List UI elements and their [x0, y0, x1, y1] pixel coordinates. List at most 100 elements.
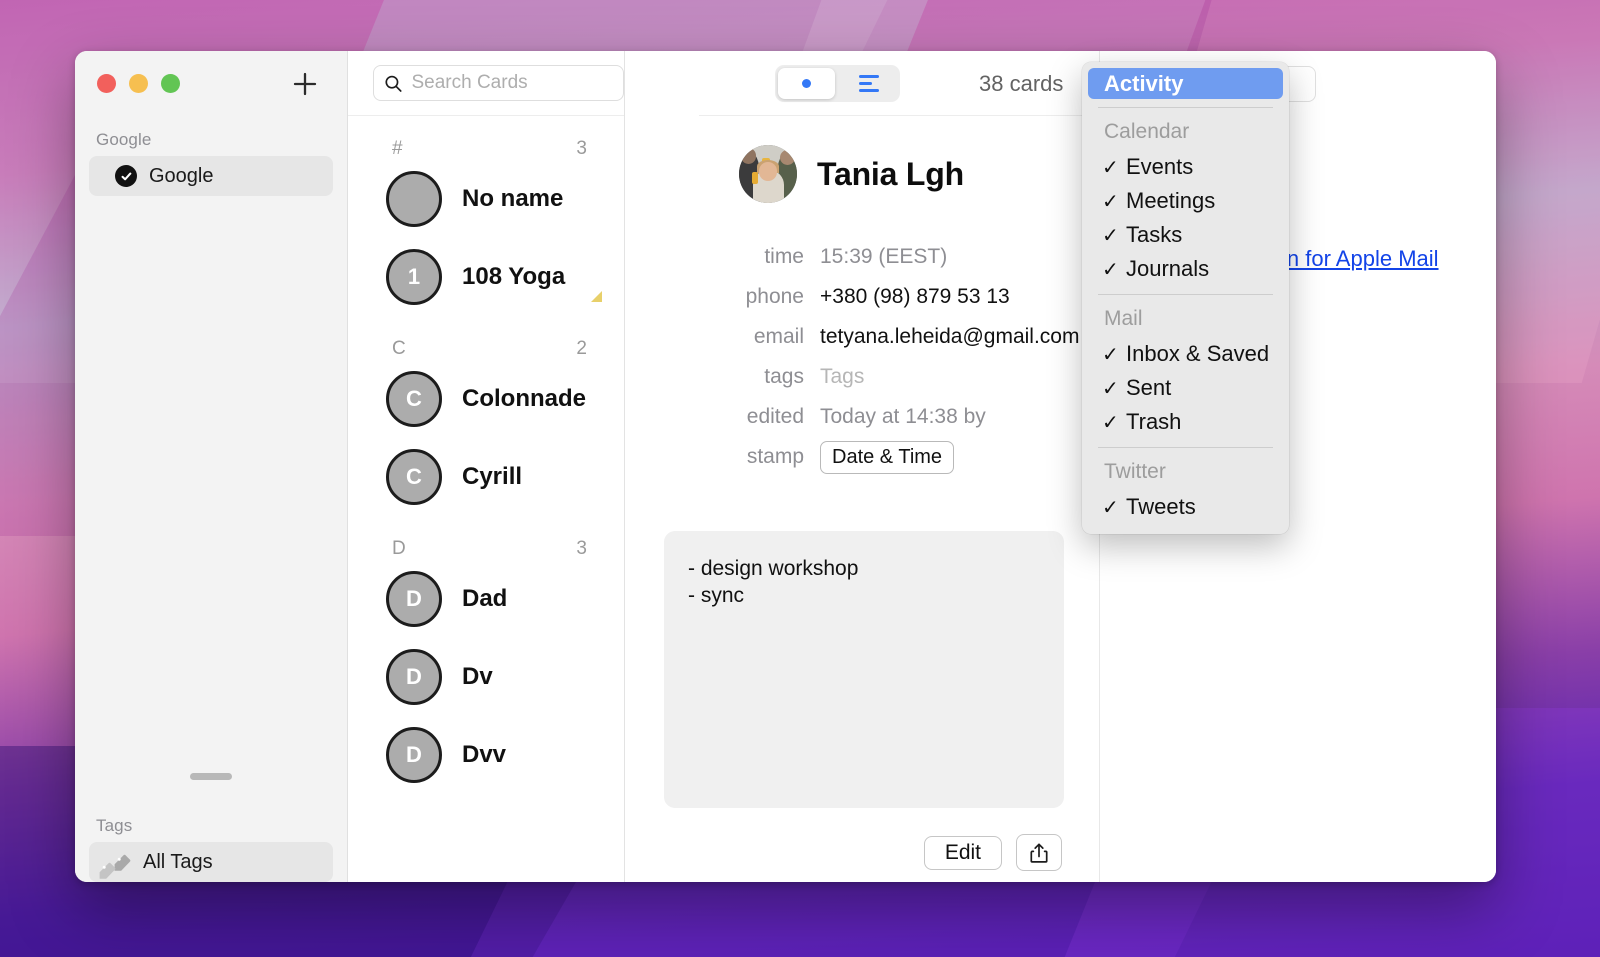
- checkmark-icon: ✓: [1102, 190, 1119, 213]
- menu-item-tasks[interactable]: ✓ Tasks: [1082, 218, 1289, 252]
- field-tags[interactable]: tags Tags: [625, 361, 1099, 392]
- group-header: D 3: [348, 516, 624, 560]
- field-label: edited: [746, 405, 804, 428]
- avatar-initial: C: [406, 464, 422, 489]
- field-phone[interactable]: phone +380 (98) 879 53 13: [625, 281, 1099, 312]
- card-list-item[interactable]: No name: [348, 160, 624, 238]
- field-label: tags: [764, 365, 804, 388]
- menu-separator: [1098, 107, 1273, 108]
- activity-dropdown-menu[interactable]: Activity Calendar ✓ Events ✓ Meetings ✓ …: [1082, 62, 1289, 534]
- menu-item-sent[interactable]: ✓ Sent: [1082, 371, 1289, 405]
- page-title: Tania Lgh: [817, 155, 964, 192]
- avatar: D: [386, 649, 442, 705]
- group-letter: #: [392, 138, 403, 159]
- card-detail-pane: Tania Lgh time 15:39 (EEST) phone +380 (…: [625, 51, 1100, 882]
- avatar: D: [386, 571, 442, 627]
- sidebar-item-label: All Tags: [143, 850, 213, 873]
- field-value[interactable]: Tags: [820, 361, 864, 392]
- group-count: 3: [576, 538, 587, 559]
- group-count: 3: [576, 138, 587, 159]
- avatar-initial: D: [406, 742, 422, 767]
- menu-item-label: Events: [1126, 154, 1194, 179]
- menu-item-events[interactable]: ✓ Events: [1082, 150, 1289, 184]
- checkmark-icon: ✓: [1102, 258, 1119, 281]
- field-value[interactable]: tetyana.leheida@gmail.com: [820, 321, 1079, 352]
- sidebar: Google Google Tags All Tags: [75, 51, 348, 882]
- sidebar-item-all-tags[interactable]: All Tags: [89, 842, 333, 882]
- field-time: time 15:39 (EEST): [625, 241, 1099, 272]
- menu-item-meetings[interactable]: ✓ Meetings: [1082, 184, 1289, 218]
- card-list-item[interactable]: D Dvv: [348, 716, 624, 794]
- card-list-item[interactable]: 1 108 Yoga: [348, 238, 624, 316]
- sidebar-resize-handle[interactable]: [190, 773, 232, 780]
- card-name: Dv: [462, 663, 493, 690]
- checkmark-icon: ✓: [1102, 496, 1119, 519]
- checkmark-icon: ✓: [1102, 156, 1119, 179]
- search-cards-input[interactable]: [411, 72, 613, 94]
- card-name: Colonnade: [462, 385, 586, 412]
- sidebar-item-google[interactable]: Google: [89, 156, 333, 196]
- menu-item-label: Tweets: [1126, 494, 1196, 519]
- avatar-initial: D: [406, 664, 422, 689]
- menu-group-calendar: Calendar: [1104, 120, 1190, 143]
- card-list-item[interactable]: C Cyrill: [348, 438, 624, 516]
- menu-item-tweets[interactable]: ✓ Tweets: [1082, 490, 1289, 524]
- zoom-button[interactable]: [161, 74, 180, 93]
- avatar-initial: 1: [407, 264, 421, 289]
- card-list-item[interactable]: C Colonnade: [348, 360, 624, 438]
- tag-icon: [97, 860, 118, 882]
- dot-view-icon[interactable]: [778, 68, 835, 99]
- plus-icon[interactable]: [291, 70, 319, 98]
- field-stamp[interactable]: stamp Date & Time: [625, 441, 1099, 474]
- menu-group-mail: Mail: [1104, 307, 1143, 330]
- list-view-icon[interactable]: [841, 68, 898, 99]
- card-list-item[interactable]: D Dv: [348, 638, 624, 716]
- menu-item-journals[interactable]: ✓ Journals: [1082, 252, 1289, 286]
- sidebar-tags-header: Tags: [96, 816, 133, 835]
- share-icon: [1030, 842, 1048, 863]
- edit-button[interactable]: Edit: [923, 835, 1002, 870]
- avatar: [739, 145, 797, 203]
- search-cards-box[interactable]: [373, 65, 624, 101]
- menu-item-inbox-saved[interactable]: ✓ Inbox & Saved: [1082, 337, 1289, 371]
- sidebar-item-label: Google: [149, 164, 214, 187]
- sidebar-accounts-header: Google: [96, 130, 152, 149]
- card-name: Dad: [462, 585, 508, 612]
- menu-item-label: Meetings: [1126, 188, 1216, 213]
- contact-fields: time 15:39 (EEST) phone +380 (98) 879 53…: [625, 203, 1099, 483]
- menu-item-activity[interactable]: Activity: [1088, 68, 1283, 99]
- menu-item-trash[interactable]: ✓ Trash: [1082, 405, 1289, 439]
- menu-separator: [1098, 447, 1273, 448]
- card-list-item[interactable]: D Dad: [348, 560, 624, 638]
- date-time-stamp-button[interactable]: Date & Time: [820, 441, 955, 474]
- group-header: # 3: [348, 116, 624, 160]
- window-traffic-lights: [97, 74, 180, 93]
- close-button[interactable]: [97, 74, 116, 93]
- avatar: C: [386, 371, 442, 427]
- avatar-initial: C: [406, 386, 422, 411]
- field-value[interactable]: +380 (98) 879 53 13: [820, 281, 1010, 312]
- avatar: C: [386, 449, 442, 505]
- field-label: phone: [745, 285, 804, 308]
- group-header: C 2: [348, 316, 624, 360]
- menu-item-label: Sent: [1126, 375, 1172, 400]
- flag-marker-icon: [591, 291, 602, 302]
- field-value: 15:39 (EEST): [820, 245, 948, 268]
- card-name: No name: [462, 185, 564, 212]
- field-value: Today at 14:38 by: [820, 405, 986, 428]
- group-letter: C: [392, 338, 406, 359]
- field-label: email: [753, 325, 804, 348]
- minimize-button[interactable]: [129, 74, 148, 93]
- note-body[interactable]: - design workshop - sync: [664, 531, 1064, 808]
- menu-item-label: Journals: [1126, 256, 1210, 281]
- share-button[interactable]: [1016, 834, 1062, 871]
- field-email[interactable]: email tetyana.leheida@gmail.com: [625, 321, 1099, 352]
- group-letter: D: [392, 538, 406, 559]
- cards-list-body[interactable]: # 3 No name 1 108 Yoga C 2 C Colonnade C…: [348, 116, 624, 882]
- avatar-initial: D: [406, 586, 422, 611]
- detail-actions: Edit: [625, 808, 1099, 871]
- avatar: D: [386, 727, 442, 783]
- view-toggle[interactable]: [775, 65, 900, 102]
- card-name: 108 Yoga: [462, 263, 566, 290]
